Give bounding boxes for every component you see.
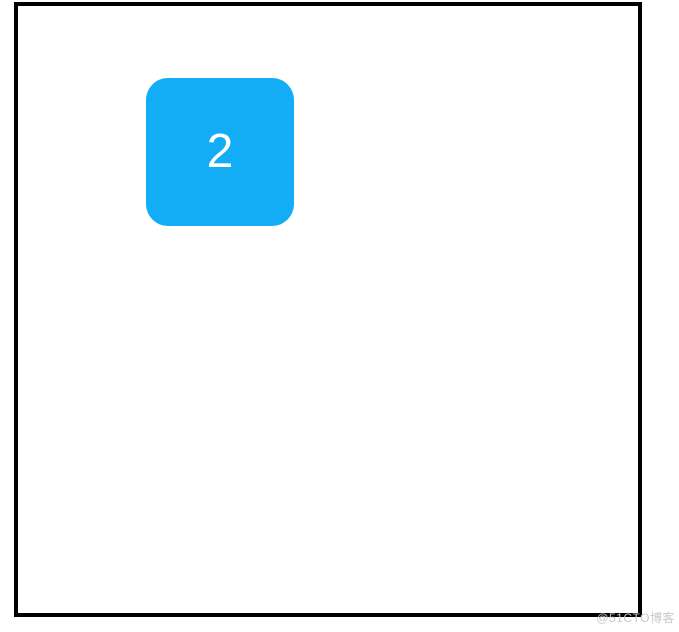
canvas-frame: 2: [14, 2, 642, 617]
tile-number: 2: [207, 128, 234, 176]
number-tile: 2: [146, 78, 294, 226]
watermark-text: @51CTO博客: [596, 609, 675, 626]
